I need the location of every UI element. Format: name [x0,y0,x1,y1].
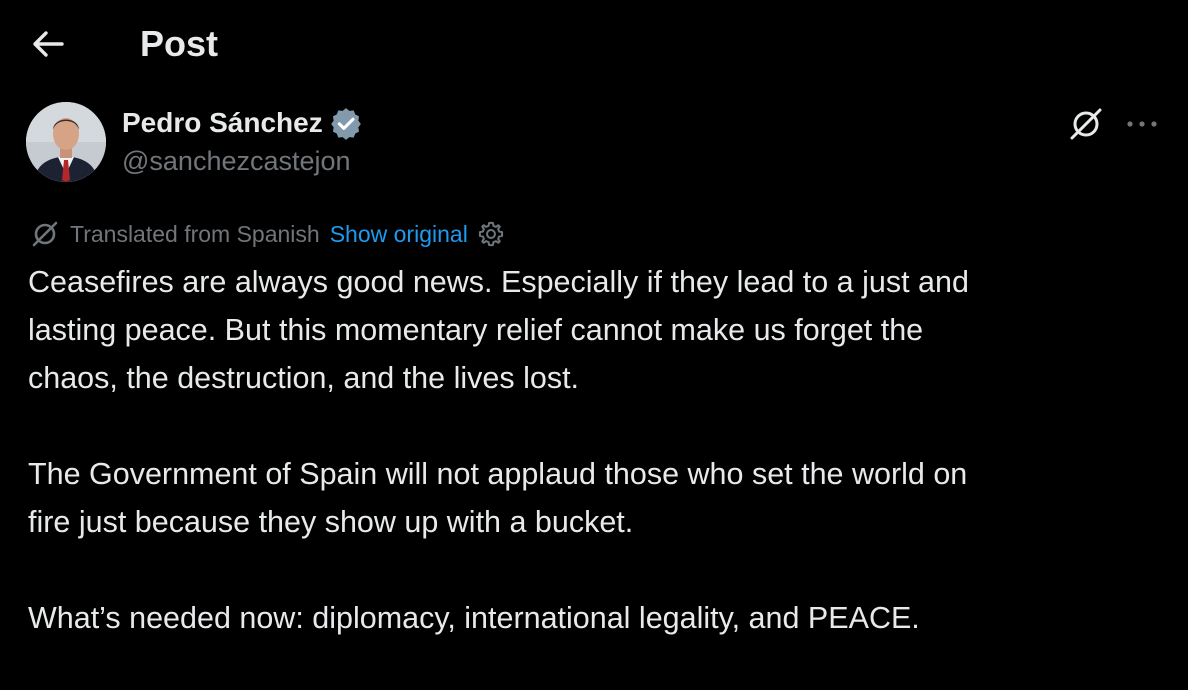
top-bar: Post [0,0,1188,90]
grok-button[interactable] [1066,104,1106,144]
author-display-name[interactable]: Pedro Sánchez [122,107,323,139]
more-horizontal-icon [1127,121,1157,127]
page-title: Post [140,23,219,64]
grok-icon [1070,108,1102,140]
post-paragraph: The Government of Spain will not applaud… [28,457,968,539]
translation-notice: Translated from Spanish Show original [30,216,506,252]
translated-from-label: Translated from Spanish [70,220,320,247]
author-name-row: Pedro Sánchez [122,104,363,142]
arrow-left-icon [33,31,64,57]
avatar[interactable] [26,102,106,182]
avatar-image [26,102,106,182]
post-author: Pedro Sánchez @sanchezcastejon [122,104,363,177]
post-text: Ceasefires are always good news. Especia… [28,258,1148,690]
post-paragraph: Ceasefires are always good news. Especia… [28,265,969,395]
post-paragraph: What’s needed now: diplomacy, internatio… [28,601,920,635]
more-options-button[interactable] [1122,106,1162,142]
show-original-link[interactable]: Show original [330,221,468,248]
gear-icon [478,221,503,247]
author-handle[interactable]: @sanchezcastejon [122,146,363,177]
translation-settings-button[interactable] [476,219,506,249]
back-button[interactable] [28,26,68,62]
verified-badge-icon[interactable] [329,106,363,140]
grok-icon [32,221,58,247]
